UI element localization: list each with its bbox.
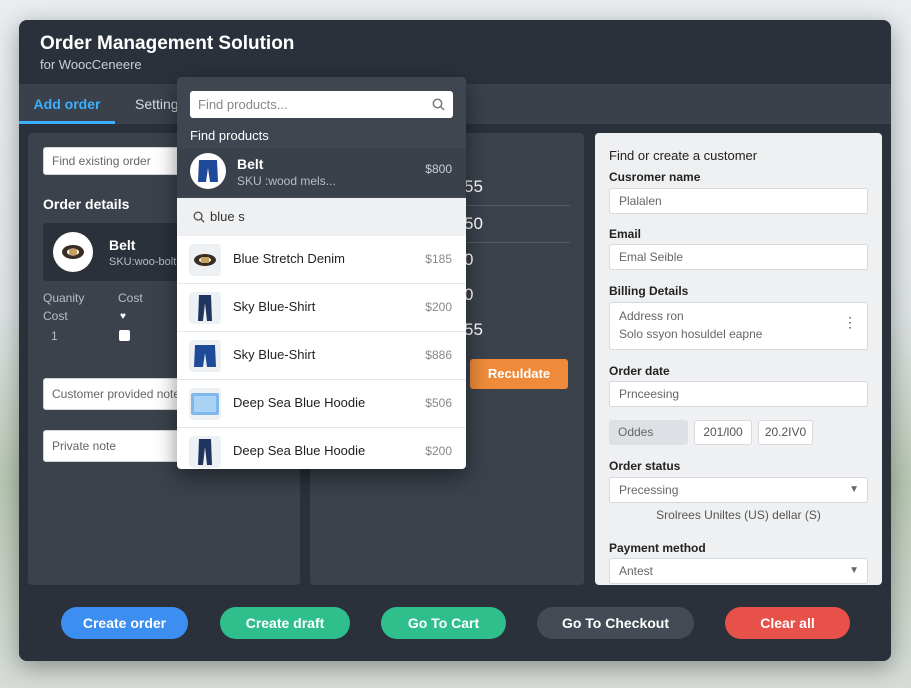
app-subtitle: for WoocCeneere (40, 57, 142, 72)
search-icon (193, 211, 205, 223)
selected-product-row[interactable]: Belt SKU :wood mels... $800 (177, 148, 466, 196)
cost-header: Cost (118, 291, 143, 305)
create-order-button[interactable]: Create order (61, 607, 188, 639)
product-price: $506 (425, 396, 452, 410)
total-value: 55 (464, 177, 483, 196)
go-to-cart-button[interactable]: Go To Cart (381, 607, 506, 639)
product-name: Deep Sea Blue Hoodie (233, 443, 366, 458)
filter-text: blue s (210, 209, 245, 224)
line-item-checkbox[interactable] (119, 330, 130, 341)
action-footer: Create order Create draft Go To Cart Go … (19, 585, 891, 661)
customer-name-label: Cusromer name (609, 170, 701, 184)
product-name: Blue Stretch Denim (233, 251, 345, 266)
product-search-dropdown: Find products... Find products Belt SKU … (177, 77, 466, 469)
list-item[interactable]: Sky Blue-Shirt $886 (177, 332, 466, 380)
divider (464, 205, 570, 206)
private-note-field[interactable]: Private note (43, 430, 193, 462)
customer-name-input[interactable]: Plalalen (609, 188, 868, 214)
shorts-icon (198, 160, 218, 182)
product-name: Deep Sea Blue Hoodie (233, 395, 366, 410)
belt-icon (62, 245, 84, 259)
time-field[interactable]: 20.2IV0 (758, 420, 813, 445)
product-price: $185 (425, 252, 452, 266)
belt-thumbnail (53, 232, 93, 272)
product-name: Sky Blue-Shirt (233, 299, 316, 314)
product-name: Sky Blue-Shirt (233, 347, 316, 362)
search-icon[interactable] (432, 98, 445, 111)
quantity-value: 1 (51, 329, 58, 343)
shorts-icon (194, 345, 216, 367)
cost-label: Cost (43, 309, 68, 323)
product-price: $200 (425, 444, 452, 458)
line-item-name: Belt (109, 237, 136, 253)
pants-icon (198, 439, 212, 465)
email-label: Email (609, 227, 642, 241)
product-thumbnail (189, 244, 221, 276)
billing-label: Billing Details (609, 284, 689, 298)
product-search-placeholder: Find products... (198, 97, 288, 112)
product-thumbnail (190, 153, 226, 189)
product-price: $200 (425, 300, 452, 314)
tab-add-order[interactable]: Add order (19, 84, 115, 124)
heart-icon: ♥ (120, 311, 126, 322)
billing-field[interactable]: Address ron Solo ssyon hosuldel eapne ⋮ (609, 302, 868, 350)
total-value: 55 (464, 320, 483, 339)
list-item[interactable]: Deep Sea Blue Hoodie $506 (177, 380, 466, 428)
chevron-down-icon: ▼ (849, 565, 859, 576)
chevron-down-icon: ▼ (849, 484, 859, 495)
customer-panel-title: Find or create a customer (609, 148, 758, 163)
app-title: Order Management Solution (40, 33, 295, 54)
recalculate-button[interactable]: Reculdate (470, 359, 568, 389)
belt-icon (194, 254, 216, 266)
product-search-input[interactable]: Find products... (190, 91, 453, 118)
clear-all-button[interactable]: Clear all (725, 607, 850, 639)
product-results-list: Blue Stretch Denim $185 Sky Blue-Shirt $… (177, 236, 466, 469)
date-field[interactable]: Oddes (609, 420, 688, 445)
selected-product-sku: SKU :wood mels... (237, 174, 336, 188)
order-date-label: Order date (609, 364, 670, 378)
date-field[interactable]: 201/l00 (694, 420, 752, 445)
email-input[interactable]: Emal Seible (609, 244, 868, 270)
payment-method-label: Payment method (609, 541, 706, 555)
order-date-input[interactable]: Prnceesing (609, 381, 868, 407)
product-thumbnail (189, 292, 221, 324)
list-item[interactable]: Blue Stretch Denim $185 (177, 236, 466, 284)
order-status-value: Precessing (619, 483, 679, 497)
payment-method-select[interactable]: Antest ▼ (609, 558, 868, 584)
order-details-label: Order details (43, 196, 130, 212)
billing-line-1: Address ron (619, 309, 684, 323)
selected-product-price: $800 (425, 162, 452, 176)
quantity-header: Quanity (43, 291, 85, 305)
billing-line-2: Solo ssyon hosuldel eapne (619, 327, 763, 341)
payment-method-value: Antest (619, 564, 654, 578)
selected-product-name: Belt (237, 156, 264, 172)
currency-text: Srolrees Uniltes (US) dellar (S) (656, 508, 821, 522)
create-draft-button[interactable]: Create draft (220, 607, 350, 639)
order-status-select[interactable]: Precessing ▼ (609, 477, 868, 503)
total-value: 50 (464, 214, 483, 233)
divider (464, 242, 570, 243)
product-thumbnail (189, 340, 221, 372)
product-price: $886 (425, 348, 452, 362)
product-thumbnail (189, 436, 221, 468)
customer-note-field[interactable]: Customer provided note (43, 378, 193, 410)
go-to-checkout-button[interactable]: Go To Checkout (537, 607, 694, 639)
list-item[interactable]: Sky Blue-Shirt $200 (177, 284, 466, 332)
find-products-heading: Find products (190, 128, 269, 143)
product-filter-row[interactable]: blue s (177, 198, 466, 236)
product-thumbnail (189, 388, 221, 420)
more-options-icon[interactable]: ⋮ (843, 315, 857, 329)
hoodie-icon (191, 393, 219, 415)
list-item[interactable]: Deep Sea Blue Hoodie $200 (177, 428, 466, 469)
app-window: Order Management Solution for WoocCeneer… (19, 20, 891, 661)
tab-settings[interactable]: Setting (135, 84, 179, 124)
customer-panel: Find or create a customer Cusromer name … (595, 133, 882, 585)
order-status-label: Order status (609, 459, 681, 473)
pants-icon (198, 295, 212, 321)
